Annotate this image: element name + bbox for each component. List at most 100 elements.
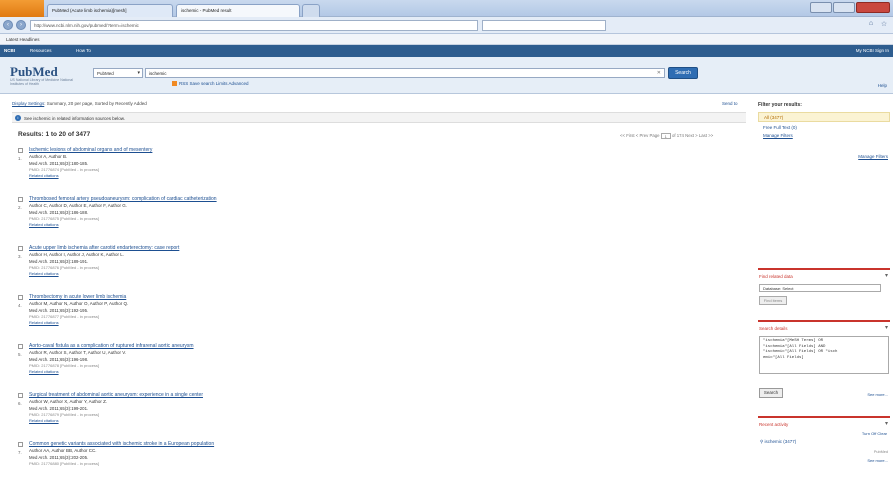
- clear-icon[interactable]: ✕: [657, 70, 661, 76]
- result-pmid: PMID: 21776876 [PubMed - in process]: [29, 265, 100, 270]
- new-tab-button[interactable]: [302, 4, 320, 17]
- database-select[interactable]: PubMed ▾: [93, 68, 143, 78]
- recent-activity-db: PubMed: [873, 450, 888, 454]
- related-citations-link[interactable]: Related citations: [29, 369, 59, 374]
- result-pmid: PMID: 21776877 [PubMed - in process]: [29, 314, 100, 319]
- related-citations-link[interactable]: Related citations: [29, 173, 59, 178]
- recent-activity-see-more[interactable]: See more...: [867, 458, 888, 463]
- database-select-value: PubMed: [97, 71, 114, 76]
- result-number: 7.: [18, 450, 22, 455]
- manage-filters-link[interactable]: Manage Filters: [763, 133, 793, 138]
- right-sidebar: Filter your results: All (3477) Free Ful…: [758, 98, 890, 486]
- result-authors: Author W, Author X, Author Y, Author Z.: [29, 399, 108, 404]
- result-title-link[interactable]: Surgical treatment of abdominal aortic a…: [29, 392, 203, 398]
- recent-activity-item[interactable]: ⚲ ischemic (3477): [760, 439, 796, 445]
- last-page-link[interactable]: Last >>: [699, 133, 713, 138]
- result-pmid: PMID: 21776874 [PubMed - in process]: [29, 167, 100, 172]
- info-icon: i: [15, 115, 21, 121]
- chevron-down-icon: ▾: [137, 70, 140, 76]
- howto-menu[interactable]: How To: [76, 48, 91, 53]
- related-citations-link[interactable]: Related citations: [29, 222, 59, 227]
- result-title-link[interactable]: Thrombectomy in acute lower limb ischemi…: [29, 294, 126, 300]
- search-links[interactable]: RSS Save search Limits Advanced: [172, 81, 249, 87]
- star-icon[interactable]: ☆: [879, 20, 889, 30]
- result-number: 6.: [18, 401, 22, 406]
- result-checkbox[interactable]: [18, 442, 23, 447]
- turn-off-clear-links[interactable]: Turn Off Clear: [862, 431, 887, 436]
- result-item: 7. Common genetic variants associated wi…: [18, 441, 718, 486]
- filter-all[interactable]: All (3477): [758, 112, 890, 122]
- browser-menu-button[interactable]: [0, 0, 44, 17]
- result-item: 3. Acute upper limb ischemia after carot…: [18, 245, 718, 294]
- page-input[interactable]: 1: [660, 133, 671, 139]
- result-checkbox[interactable]: [18, 295, 23, 300]
- browser-tab-2[interactable]: ischemic - PubMed result: [176, 4, 300, 17]
- url-input[interactable]: http://www.ncbi.nlm.nih.gov/pubmed/?term…: [30, 20, 478, 31]
- search-button[interactable]: Search: [668, 67, 698, 79]
- ncbi-logo[interactable]: NCBI: [4, 48, 15, 53]
- next-page-link[interactable]: Next >: [685, 133, 698, 138]
- find-items-button[interactable]: Find items: [759, 296, 787, 305]
- maximize-button[interactable]: [833, 2, 855, 13]
- result-title-link[interactable]: Thrombosed femoral artery pseudoaneurysm…: [29, 196, 217, 202]
- first-page-link[interactable]: << First: [620, 133, 635, 138]
- rss-icon: [172, 81, 177, 87]
- result-item: 1. Ischemic lesions of abdominal organs …: [18, 147, 718, 196]
- result-authors: Author H, Author I, Author J, Author K, …: [29, 252, 125, 257]
- result-title-link[interactable]: Aorto-caval fistula as a complication of…: [29, 343, 194, 349]
- collapse-icon[interactable]: ▾: [885, 420, 888, 427]
- filter-free-full-text[interactable]: Free Full Text (0): [763, 125, 797, 130]
- search-input[interactable]: ischemic ✕: [145, 68, 665, 78]
- signin-link[interactable]: My NCBI Sign In: [856, 48, 889, 53]
- display-settings-link[interactable]: Display Settings: [12, 101, 44, 106]
- home-icon[interactable]: ⌂: [866, 20, 876, 30]
- result-checkbox[interactable]: [18, 246, 23, 251]
- result-number: 4.: [18, 303, 22, 308]
- manage-filters-link-2[interactable]: Manage Filters: [858, 154, 888, 159]
- search-details-button[interactable]: Search: [759, 388, 783, 398]
- search-details-see-more[interactable]: See more...: [867, 392, 888, 397]
- info-text: See ischemic in related information sour…: [24, 116, 126, 121]
- search-details-query[interactable]: "ischemia"[MeSH Terms] OR "ischemia"[All…: [759, 336, 889, 374]
- find-database-select[interactable]: Database: Select: [759, 284, 881, 292]
- result-number: 5.: [18, 352, 22, 357]
- close-window-button[interactable]: [856, 2, 890, 13]
- result-title-link[interactable]: Acute upper limb ischemia after carotid …: [29, 245, 179, 251]
- result-title-link[interactable]: Common genetic variants associated with …: [29, 441, 214, 447]
- result-title-link[interactable]: Ischemic lesions of abdominal organs and…: [29, 147, 152, 153]
- result-number: 1.: [18, 156, 22, 161]
- bookmark-item[interactable]: Latest Headlines: [6, 37, 40, 42]
- prev-page-link[interactable]: < Prev: [636, 133, 649, 138]
- browser-titlebar: PubMed (Acute limb ischemia)[mesh] ische…: [0, 0, 893, 17]
- result-pmid: PMID: 21776880 [PubMed - in process]: [29, 461, 100, 466]
- result-number: 3.: [18, 254, 22, 259]
- related-citations-link[interactable]: Related citations: [29, 418, 59, 423]
- nlm-subtitle: US National Library of Medicine National…: [10, 78, 74, 86]
- help-link[interactable]: Help: [878, 83, 887, 88]
- result-authors: Author C, Author D, Author E, Author F, …: [29, 203, 128, 208]
- recent-activity-title: Recent activity: [759, 422, 789, 427]
- send-to-menu[interactable]: Send to: [722, 101, 738, 106]
- related-citations-link[interactable]: Related citations: [29, 320, 59, 325]
- related-citations-link[interactable]: Related citations: [29, 271, 59, 276]
- result-authors: Author M, Author N, Author O, Author P, …: [29, 301, 129, 306]
- collapse-icon[interactable]: ▾: [885, 272, 888, 279]
- result-checkbox[interactable]: [18, 393, 23, 398]
- result-authors: Author AA, Author BB, Author CC.: [29, 448, 97, 453]
- browser-tab-1[interactable]: PubMed (Acute limb ischemia)[mesh]: [47, 4, 173, 17]
- address-bar: ‹ › http://www.ncbi.nlm.nih.gov/pubmed/?…: [0, 17, 893, 34]
- result-checkbox[interactable]: [18, 148, 23, 153]
- collapse-icon[interactable]: ▾: [885, 324, 888, 331]
- resources-menu[interactable]: Resources: [30, 48, 52, 53]
- result-pmid: PMID: 21776875 [PubMed - in process]: [29, 216, 100, 221]
- result-authors: Author A, Author B.: [29, 154, 68, 159]
- result-checkbox[interactable]: [18, 344, 23, 349]
- minimize-button[interactable]: [810, 2, 832, 13]
- result-checkbox[interactable]: [18, 197, 23, 202]
- recent-activity-label: ischemic (3477): [764, 439, 797, 444]
- result-journal: Med Arch. 2011;65(3):202-205.: [29, 455, 89, 460]
- result-item: 4. Thrombectomy in acute lower limb isch…: [18, 294, 718, 343]
- forward-icon[interactable]: ›: [16, 20, 26, 30]
- browser-search-input[interactable]: [482, 20, 606, 31]
- back-icon[interactable]: ‹: [3, 20, 13, 30]
